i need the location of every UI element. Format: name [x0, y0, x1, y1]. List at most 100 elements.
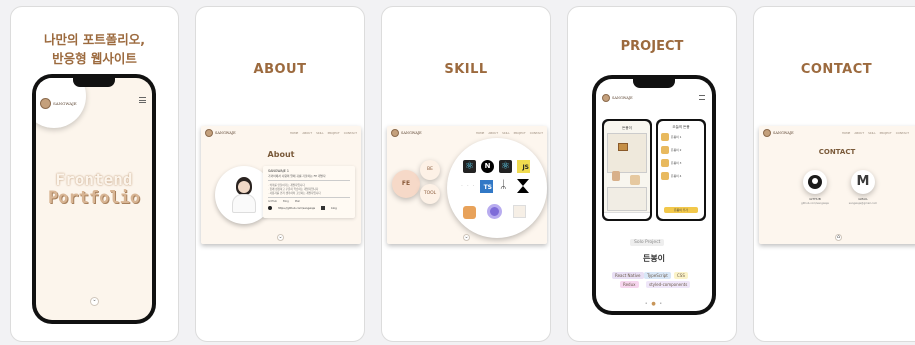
phone-mockup: SANGWAJE 든봉이 오늘의 든봉 든봉이 1 든봉이 2 든봉이 3 든봉… [592, 75, 716, 315]
footer-link[interactable]: blog [331, 207, 337, 210]
logo-text: SANGWAJE [53, 101, 77, 106]
nav-link-about[interactable]: ABOUT [302, 131, 312, 135]
github-contact-button[interactable] [803, 170, 827, 194]
section-title: CONTACT [818, 148, 856, 156]
desktop-mockup-skill: SANGWAJE HOME ABOUT SKILL PROJECT CONTAC… [387, 126, 547, 244]
intro-sub: 가까이에서 사람의 말에 귀를 기울이는 FE 개발자 [268, 174, 326, 178]
tech-tag: Redux [620, 281, 639, 288]
character-icon [661, 159, 669, 167]
navbar: SANGWAJE HOME ABOUT SKILL PROJECT CONTAC… [759, 126, 915, 140]
contact-label: GITHUB [809, 197, 821, 201]
link-blog[interactable]: Blog [283, 200, 289, 203]
skill-logo-circle: ⚛ N ⚛ JS · · · TS ᛦ [447, 138, 547, 238]
nav-link-contact[interactable]: CONTACT [530, 131, 543, 135]
card-heading: CONTACT [800, 62, 873, 77]
hamburger-menu-icon[interactable] [139, 97, 146, 103]
navbar: SANGWAJE HOME ABOUT SKILL PROJECT CONTAC… [201, 126, 361, 140]
footer-link[interactable]: https://github.com/sangwaje [278, 207, 315, 210]
contact-sub[interactable]: github.com/sangwaje [793, 202, 837, 205]
profile-photo [232, 177, 256, 213]
card-heading: ABOUT [253, 62, 307, 77]
app-title: 든봉이 [622, 126, 632, 130]
list-item: 든봉이 2 [661, 146, 701, 154]
avatar [391, 129, 399, 137]
screenshot-card-contact[interactable]: CONTACT SANGWAJE HOME ABOUT SKILL PROJEC… [753, 6, 915, 342]
nav-links: HOME ABOUT SKILL PROJECT CONTACT [476, 131, 543, 135]
character-icon [661, 146, 669, 154]
intro-card: SANGWAJE 1 가까이에서 사람의 말에 귀를 기울이는 FE 개발자 ·… [263, 166, 355, 218]
link-github[interactable]: GitHub [268, 200, 277, 203]
nav-link-skill[interactable]: SKILL [868, 131, 876, 135]
scroll-up-icon[interactable]: ⌂ [835, 234, 842, 241]
hero-title-frontend: Frontend [55, 170, 133, 189]
link-mail[interactable]: Mail [295, 200, 300, 203]
scroll-down-icon[interactable]: ⌄ [463, 234, 470, 241]
nav-link-skill[interactable]: SKILL [316, 131, 324, 135]
blog-icon [321, 206, 326, 210]
nav-link-about[interactable]: ABOUT [854, 131, 864, 135]
desktop-mockup-contact: SANGWAJE HOME ABOUT SKILL PROJECT CONTAC… [759, 126, 915, 244]
avatar [763, 129, 771, 137]
nav-link-project[interactable]: PROJECT [880, 131, 892, 135]
tab-tool[interactable]: TOOL [420, 184, 440, 204]
logo-text: SANGWAJE [773, 131, 794, 135]
nav-link-contact[interactable]: CONTACT [344, 131, 357, 135]
card-heading-line1: 나만의 포트폴리오, [43, 32, 146, 47]
intro-name: SANGWAJE 1 [268, 169, 289, 173]
github-icon [268, 206, 272, 210]
phone-notch [73, 78, 115, 87]
app-preview-right: 오늘의 든봉 든봉이 1 든봉이 2 든봉이 3 든봉이 4 든봉이 추가 [656, 119, 706, 221]
tech-tag: React Native [612, 272, 644, 279]
card-heading: SKILL [444, 62, 488, 77]
phone-screen: SANGWAJE 든봉이 오늘의 든봉 든봉이 1 든봉이 2 든봉이 3 든봉… [596, 79, 712, 311]
nav-links: HOME ABOUT SKILL PROJECT CONTACT [290, 131, 357, 135]
avatar [205, 129, 213, 137]
nav-link-about[interactable]: ABOUT [488, 131, 498, 135]
nav-link-home[interactable]: HOME [290, 131, 299, 135]
screenshot-card-about[interactable]: ABOUT SANGWAJE HOME ABOUT SKILL PROJECT … [195, 6, 365, 342]
phone-screen: SANGWAJE Frontend Portfolio ⌄ [36, 78, 152, 320]
add-button[interactable]: 든봉이 추가 [664, 207, 698, 213]
logo-text: SANGWAJE [612, 96, 633, 100]
react-icon: ⚛ [463, 160, 476, 173]
app-title: 오늘의 든봉 [672, 125, 690, 129]
phone-notch [633, 79, 675, 88]
storybook-icon [513, 205, 526, 218]
hamburger-menu-icon[interactable] [699, 95, 705, 100]
gmail-contact-button[interactable]: M [851, 170, 875, 194]
pagination-dots[interactable]: • ● • [596, 301, 712, 307]
navbar: SANGWAJE HOME ABOUT SKILL PROJECT CONTAC… [387, 126, 547, 140]
nav-links: HOME ABOUT SKILL PROJECT CONTACT [842, 131, 909, 135]
list-item: 든봉이 1 [661, 133, 701, 141]
nav-link-home[interactable]: HOME [842, 131, 851, 135]
nav-link-home[interactable]: HOME [476, 131, 485, 135]
nextjs-icon: N [481, 160, 494, 173]
tab-be-label: BE [427, 167, 433, 172]
screenshot-card-skill[interactable]: SKILL SANGWAJE HOME ABOUT SKILL PROJECT … [381, 6, 551, 342]
character-icon [661, 172, 669, 180]
tab-fe-label: FE [401, 180, 411, 187]
screenshot-card-project[interactable]: PROJECT SANGWAJE 든봉이 오늘의 든봉 든봉이 1 든봉이 2 … [567, 6, 737, 342]
contact-sub[interactable]: sangwaje@gmail.com [841, 202, 885, 205]
card-heading: PROJECT [620, 39, 684, 54]
site-logo[interactable]: SANGWAJE [602, 94, 633, 102]
nav-link-project[interactable]: PROJECT [328, 131, 340, 135]
nav-link-skill[interactable]: SKILL [502, 131, 510, 135]
screenshot-card-intro[interactable]: 나만의 포트폴리오, 반응형 웹사이트 SANGWAJE Frontend Po… [10, 6, 179, 342]
tab-be[interactable]: BE [420, 160, 440, 180]
project-tag: Solo Project [630, 239, 665, 246]
dots-icon: · · · [461, 183, 476, 190]
list-item: 든봉이 3 [661, 159, 701, 167]
avatar [40, 98, 51, 109]
framer-icon [517, 179, 529, 193]
nav-link-contact[interactable]: CONTACT [896, 131, 909, 135]
tab-tool-label: TOOL [423, 191, 437, 196]
tech-tag: TypeScript [644, 272, 671, 279]
site-logo[interactable]: SANGWAJE [40, 98, 77, 109]
app-preview-left: 든봉이 [602, 119, 652, 221]
tech-tag: styled-components [646, 281, 691, 288]
scroll-down-icon[interactable]: ⌄ [277, 234, 284, 241]
nav-link-project[interactable]: PROJECT [514, 131, 526, 135]
tab-fe[interactable]: FE [392, 170, 420, 198]
scroll-down-icon[interactable]: ⌄ [90, 297, 99, 306]
